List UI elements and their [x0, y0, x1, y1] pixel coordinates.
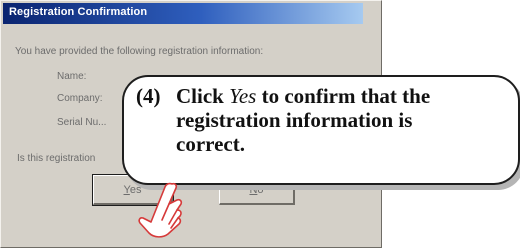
callout-line-3: correct. — [176, 132, 245, 156]
step-number: (4) — [136, 84, 161, 108]
serial-number-label: Serial Nu... — [57, 117, 107, 128]
instruction-callout: (4) Click Yes to confirm that the registr… — [122, 75, 520, 185]
hand-pointer-icon — [138, 182, 183, 238]
confirmation-question: Is this registration — [17, 153, 96, 164]
callout-emphasis: Yes — [229, 84, 257, 108]
callout-text-before: Click — [176, 84, 230, 108]
callout-text: (4) Click Yes to confirm that the registr… — [136, 84, 512, 156]
registration-prompt: You have provided the following registra… — [15, 46, 264, 57]
title-bar[interactable]: Registration Confirmation — [3, 3, 363, 24]
name-label: Name: — [57, 71, 87, 82]
window-title: Registration Confirmation — [9, 6, 148, 18]
callout-line-2: registration information is — [176, 108, 413, 132]
no-button-label-rest: o — [257, 184, 264, 196]
company-label: Company: — [57, 93, 103, 104]
callout-text-after: to confirm that the — [256, 84, 431, 108]
